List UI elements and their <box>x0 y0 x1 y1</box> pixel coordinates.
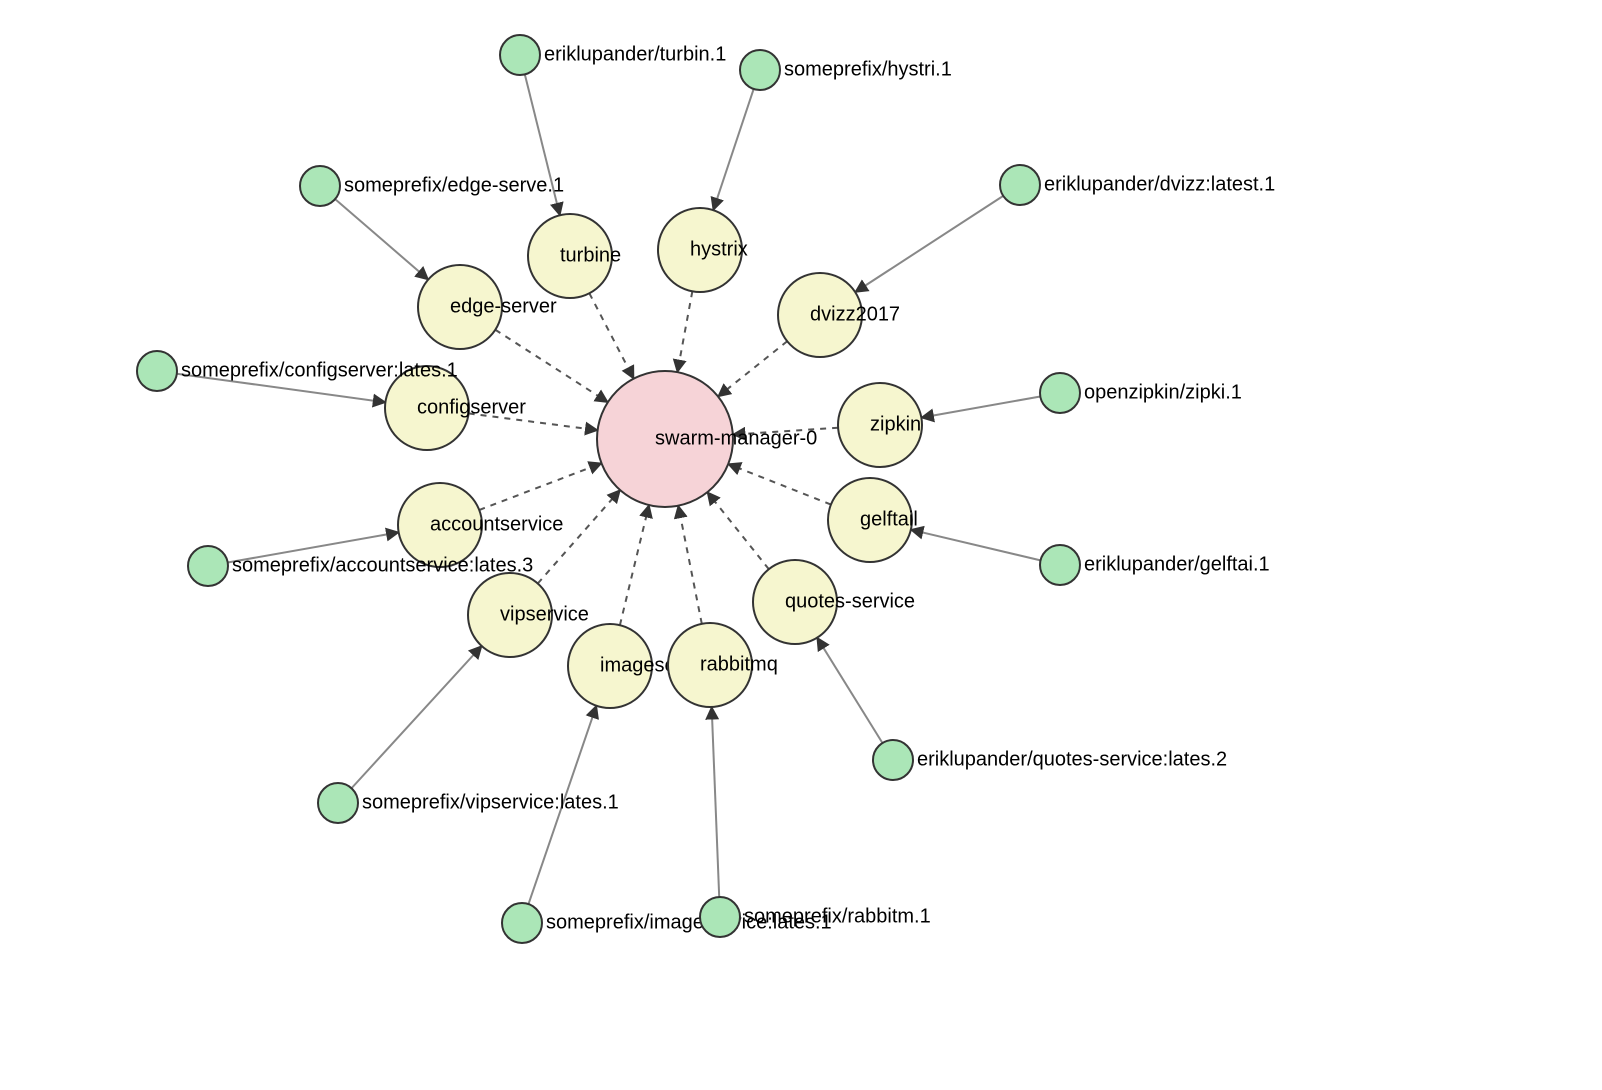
edge-service-to-center <box>479 463 601 510</box>
edge-image-to-service <box>712 707 720 897</box>
edge-service-to-center <box>728 464 831 505</box>
node-image-img-dvizz[interactable] <box>1000 165 1040 205</box>
node-image-img-gelftail[interactable] <box>1040 545 1080 585</box>
nodes-layer: swarm-manager-0 turbine hystrix edge-server… <box>137 35 1275 943</box>
node-service-label: vipservice <box>500 603 589 625</box>
node-image-label: someprefix/configserver:lates.1 <box>181 359 458 381</box>
node-image-label: someprefix/accountservice:lates.3 <box>232 554 533 576</box>
edge-service-to-center <box>589 293 633 378</box>
node-image-label: someprefix/rabbitm.1 <box>744 905 931 927</box>
node-service-label: configserver <box>417 396 526 418</box>
edge-service-to-center <box>495 330 608 402</box>
node-image-img-imageservice[interactable] <box>502 903 542 943</box>
edge-image-to-service <box>352 646 482 788</box>
node-service-label: zipkin <box>870 413 921 435</box>
node-image-label: someprefix/edge-serve.1 <box>344 174 564 196</box>
node-image-label: someprefix/hystri.1 <box>784 58 952 80</box>
edge-image-to-service <box>921 397 1040 418</box>
edge-image-to-service <box>817 638 882 743</box>
node-service-label: rabbitmq <box>700 653 778 675</box>
edge-service-to-center <box>707 492 768 569</box>
node-image-img-accountservice[interactable] <box>188 546 228 586</box>
node-service-label: hystrix <box>690 238 748 260</box>
node-service-label: accountservice <box>430 513 563 535</box>
node-image-label: eriklupander/gelftai.1 <box>1084 553 1270 575</box>
node-image-img-quotes[interactable] <box>873 740 913 780</box>
node-image-label: openzipkin/zipki.1 <box>1084 381 1242 403</box>
node-image-img-zipkin[interactable] <box>1040 373 1080 413</box>
node-image-label: eriklupander/quotes-service:lates.2 <box>917 748 1227 770</box>
node-image-img-hystri[interactable] <box>740 50 780 90</box>
edge-image-to-service <box>855 196 1003 292</box>
node-image-label: someprefix/vipservice:lates.1 <box>362 791 619 813</box>
edge-image-to-service <box>335 199 428 279</box>
edge-service-to-center <box>678 506 702 624</box>
edge-service-to-center <box>677 291 692 372</box>
edge-service-to-center <box>718 341 787 396</box>
node-center-label: swarm-manager-0 <box>655 427 817 449</box>
node-image-img-turbin[interactable] <box>500 35 540 75</box>
edge-service-to-center <box>620 505 649 625</box>
node-image-label: eriklupander/turbin.1 <box>544 43 726 65</box>
node-image-img-vipservice[interactable] <box>318 783 358 823</box>
node-image-img-edge-serve[interactable] <box>300 166 340 206</box>
edge-image-to-service <box>713 89 753 210</box>
node-service-label: gelftail <box>860 508 918 530</box>
edge-image-to-service <box>911 530 1041 561</box>
node-image-img-configserver[interactable] <box>137 351 177 391</box>
node-service-label: edge-server <box>450 295 557 317</box>
node-image-img-rabbitmq[interactable] <box>700 897 740 937</box>
node-image-label: eriklupander/dvizz:latest.1 <box>1044 173 1275 195</box>
node-service-label: turbine <box>560 244 621 266</box>
node-service-label: quotes-service <box>785 590 915 612</box>
node-service-label: dvizz2017 <box>810 303 900 325</box>
graph-canvas[interactable]: swarm-manager-0 turbine hystrix edge-server… <box>0 0 1602 1090</box>
edge-service-to-center <box>538 490 620 583</box>
